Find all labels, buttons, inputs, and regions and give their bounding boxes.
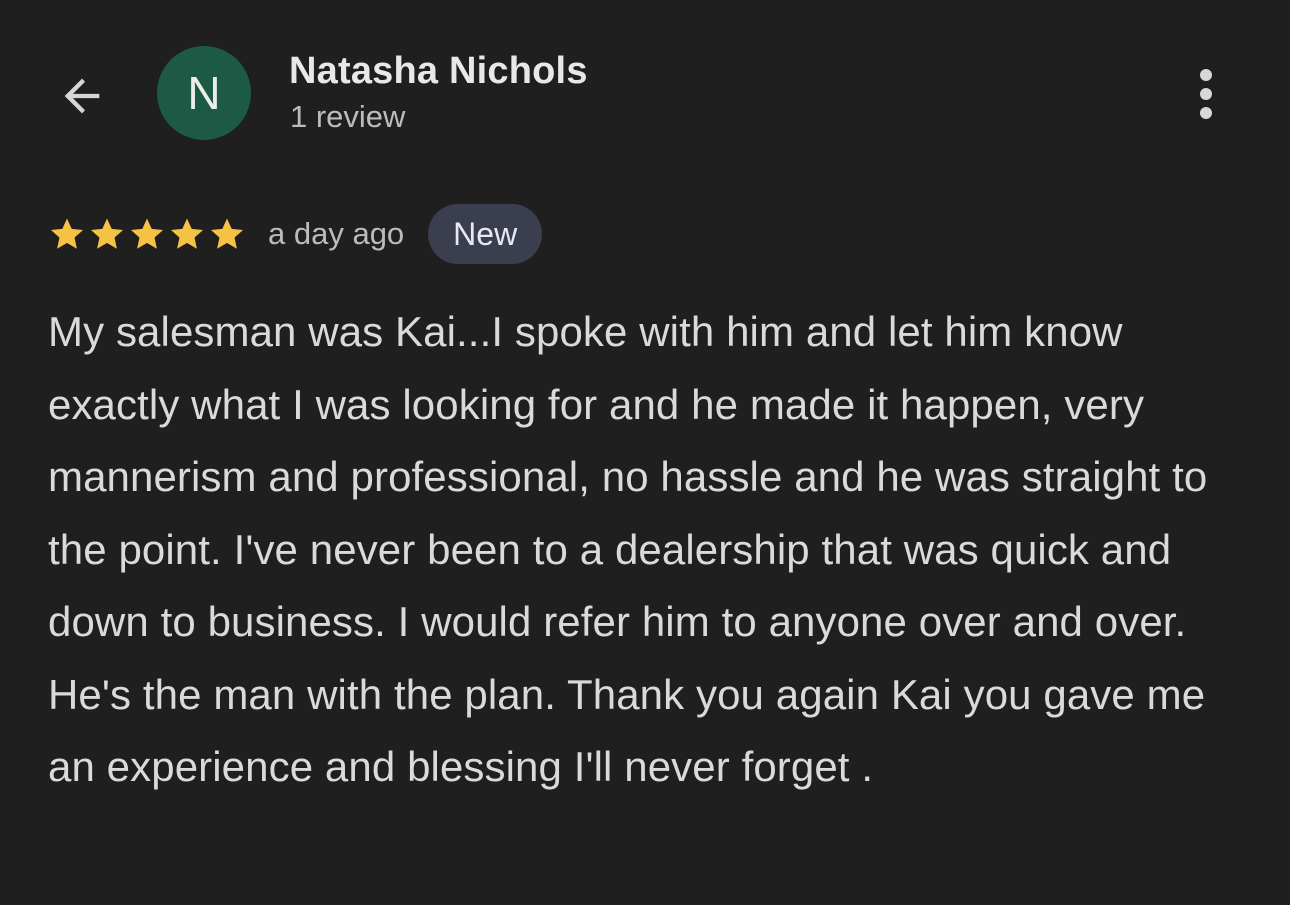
star-icon bbox=[131, 218, 163, 249]
more-vertical-icon bbox=[1200, 107, 1212, 119]
star-icon bbox=[51, 218, 83, 249]
star-icon bbox=[91, 218, 123, 249]
avatar-initial: N bbox=[187, 67, 221, 119]
more-vertical-icon bbox=[1200, 69, 1212, 81]
reviewer-review-count: 1 review bbox=[290, 99, 406, 134]
arrow-left-icon bbox=[64, 78, 100, 114]
star-icon bbox=[171, 218, 203, 249]
star-icon bbox=[211, 218, 243, 249]
review-text: My salesman was Kai...I spoke with him a… bbox=[48, 308, 1208, 790]
star-rating bbox=[48, 215, 246, 253]
more-options-button[interactable] bbox=[1184, 60, 1228, 128]
review-time-ago: a day ago bbox=[268, 216, 405, 251]
more-vertical-icon bbox=[1200, 88, 1212, 100]
new-badge: New bbox=[428, 204, 543, 264]
avatar[interactable]: N bbox=[157, 46, 251, 140]
reviewer-name[interactable]: Natasha Nichols bbox=[289, 50, 588, 93]
back-button[interactable] bbox=[52, 68, 112, 124]
review-meta-row: a day ago New bbox=[48, 203, 543, 265]
review-header: N Natasha Nichols 1 review bbox=[0, 0, 1290, 190]
